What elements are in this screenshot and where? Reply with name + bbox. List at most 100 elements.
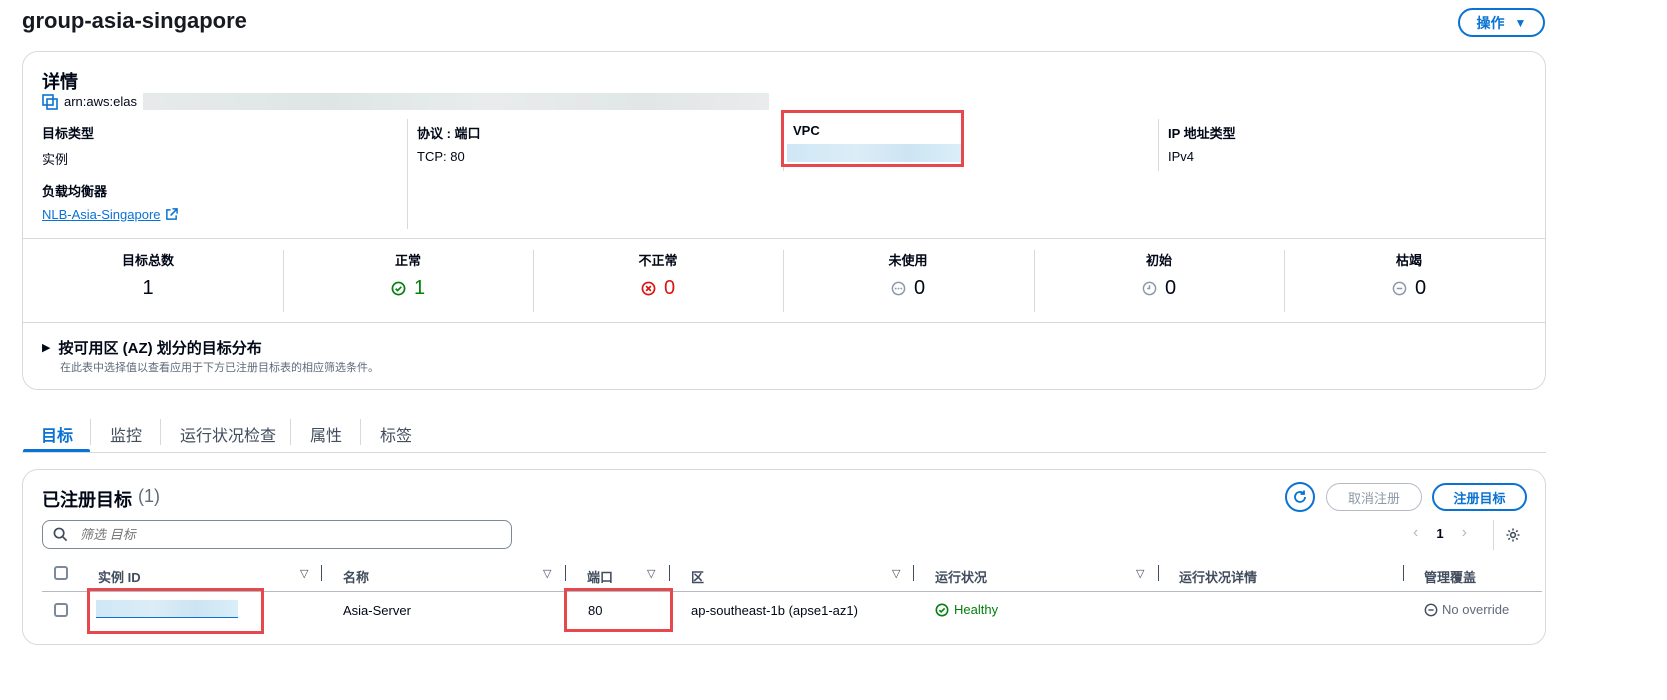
search-icon — [53, 527, 68, 542]
column-divider[interactable] — [565, 565, 566, 581]
details-card: 详情 arn:aws:elas 目标类型 实例 负载均衡器 NLB-Asia-S… — [22, 51, 1546, 390]
chevron-right-icon[interactable]: › — [1462, 524, 1467, 542]
tab-separator — [360, 419, 361, 445]
tab-targets[interactable]: 目标 — [41, 422, 73, 446]
column-divider[interactable] — [1158, 565, 1159, 581]
column-divider[interactable] — [669, 565, 670, 581]
copy-icon[interactable] — [42, 93, 58, 110]
column-header-instance-id[interactable]: 实例 ID — [98, 567, 141, 586]
column-header-port[interactable]: 端口 — [587, 567, 613, 586]
sort-icon[interactable]: ▽ — [300, 567, 308, 580]
load-balancer-link[interactable]: NLB-Asia-Singapore — [42, 207, 161, 222]
tab-bar: 目标 监控 运行状况检查 属性 标签 — [22, 418, 1546, 454]
deregister-button[interactable]: 取消注册 — [1326, 483, 1422, 511]
status-positive-icon — [935, 603, 949, 616]
column-header-zone[interactable]: 区 — [691, 567, 704, 586]
health-status: Healthy — [935, 602, 998, 617]
filter-input[interactable] — [78, 526, 482, 543]
summary-value: 1 — [413, 277, 426, 299]
ip-type-field: IP 地址类型 IPv4 — [1168, 123, 1236, 164]
summary-value: 0 — [1414, 277, 1427, 299]
actions-button[interactable]: 操作 ▼ — [1458, 8, 1545, 37]
summary-unused[interactable]: 未使用 0 — [783, 250, 1033, 300]
summary-label: 枯竭 — [1395, 253, 1422, 268]
arn-text: arn:aws:elas — [64, 94, 137, 109]
status-positive-icon — [391, 281, 406, 296]
status-minus-icon — [1392, 281, 1407, 296]
chevron-left-icon[interactable]: ‹ — [1413, 524, 1418, 542]
pagination: ‹ 1 › — [1413, 524, 1467, 542]
sort-icon[interactable]: ▽ — [543, 567, 551, 580]
filter-box[interactable] — [42, 520, 512, 549]
refresh-icon — [1294, 490, 1306, 503]
caret-right-icon: ▶ — [42, 342, 51, 354]
override-status: No override — [1424, 602, 1509, 617]
table-row[interactable]: Asia-Server 80 ap-southeast-1b (apse1-az… — [42, 588, 1542, 644]
summary-unhealthy[interactable]: 不正常 0 — [533, 250, 783, 300]
divider — [1158, 119, 1159, 171]
tab-separator — [160, 419, 161, 445]
actions-label: 操作 — [1476, 14, 1505, 31]
az-distribution-toggle[interactable]: ▶ 按可用区 (AZ) 划分的目标分布 — [42, 337, 262, 358]
row-checkbox[interactable] — [54, 603, 68, 617]
settings-gear-icon[interactable] — [1505, 527, 1521, 543]
registered-targets-card: 已注册目标 (1) 取消注册 注册目标 ‹ 1 › 实例 ID ▽ 名称 ▽ 端… — [22, 469, 1546, 645]
sort-icon[interactable]: ▽ — [647, 567, 655, 580]
select-all-checkbox[interactable] — [54, 566, 68, 580]
column-divider[interactable] — [913, 565, 914, 581]
column-divider[interactable] — [321, 565, 322, 581]
arn-redacted — [142, 93, 769, 110]
page-title: group-asia-singapore — [22, 8, 247, 33]
vpc-field: VPC — [793, 123, 820, 138]
column-header-name[interactable]: 名称 — [343, 567, 369, 586]
summary-draining[interactable]: 枯竭 0 — [1284, 250, 1534, 300]
divider — [1493, 520, 1494, 550]
summary-label: 初始 — [1145, 253, 1172, 268]
target-port: 80 — [588, 603, 603, 618]
arn-row: arn:aws:elas — [42, 93, 769, 110]
column-header-health-status[interactable]: 运行状况 — [935, 567, 987, 586]
target-type-label: 目标类型 — [42, 126, 95, 141]
target-type-value: 实例 — [42, 152, 69, 167]
targets-heading-title: 已注册目标 — [42, 490, 132, 510]
section-divider — [23, 322, 1545, 323]
clock-icon — [1142, 281, 1157, 296]
port-highlight — [564, 588, 673, 632]
tab-tags[interactable]: 标签 — [380, 422, 412, 446]
external-link-icon[interactable] — [165, 208, 178, 221]
column-divider[interactable] — [1403, 565, 1404, 581]
divider — [407, 119, 408, 229]
register-targets-button[interactable]: 注册目标 — [1432, 483, 1527, 511]
protocol-port-field: 协议 : 端口 TCP: 80 — [417, 123, 481, 164]
protocol-port-value: TCP: 80 — [417, 149, 465, 164]
summary-total[interactable]: 目标总数 1 — [23, 250, 273, 300]
status-negative-icon — [641, 281, 656, 296]
target-type-field: 目标类型 实例 — [42, 123, 94, 168]
status-minus-icon — [1424, 603, 1438, 616]
summary-label: 不正常 — [638, 253, 678, 268]
summary-value: 1 — [142, 277, 154, 299]
column-header-health-details[interactable]: 运行状况详情 — [1179, 567, 1257, 586]
tab-separator — [290, 419, 291, 445]
refresh-button[interactable] — [1285, 482, 1315, 512]
summary-initial[interactable]: 初始 0 — [1034, 250, 1284, 300]
tab-monitoring[interactable]: 监控 — [110, 422, 142, 446]
summary-value: 0 — [1164, 277, 1177, 299]
targets-heading: 已注册目标 (1) — [42, 486, 160, 512]
summary-label: 目标总数 — [121, 253, 174, 268]
tab-underline — [22, 452, 1546, 453]
summary-value: 0 — [663, 277, 676, 299]
target-name: Asia-Server — [343, 603, 411, 618]
ip-type-label: IP 地址类型 — [1168, 126, 1236, 141]
instance-id-link-redacted[interactable] — [96, 600, 238, 618]
sort-icon[interactable]: ▽ — [892, 567, 900, 580]
tab-health-checks[interactable]: 运行状况检查 — [180, 422, 276, 446]
summary-label: 正常 — [394, 253, 421, 268]
column-header-override[interactable]: 管理覆盖 — [1424, 567, 1476, 586]
page-number[interactable]: 1 — [1436, 526, 1443, 541]
tab-attributes[interactable]: 属性 — [310, 422, 342, 446]
sort-icon[interactable]: ▽ — [1136, 567, 1144, 580]
vpc-redacted — [787, 144, 961, 162]
summary-healthy[interactable]: 正常 1 — [283, 250, 533, 300]
target-zone: ap-southeast-1b (apse1-az1) — [691, 603, 858, 618]
